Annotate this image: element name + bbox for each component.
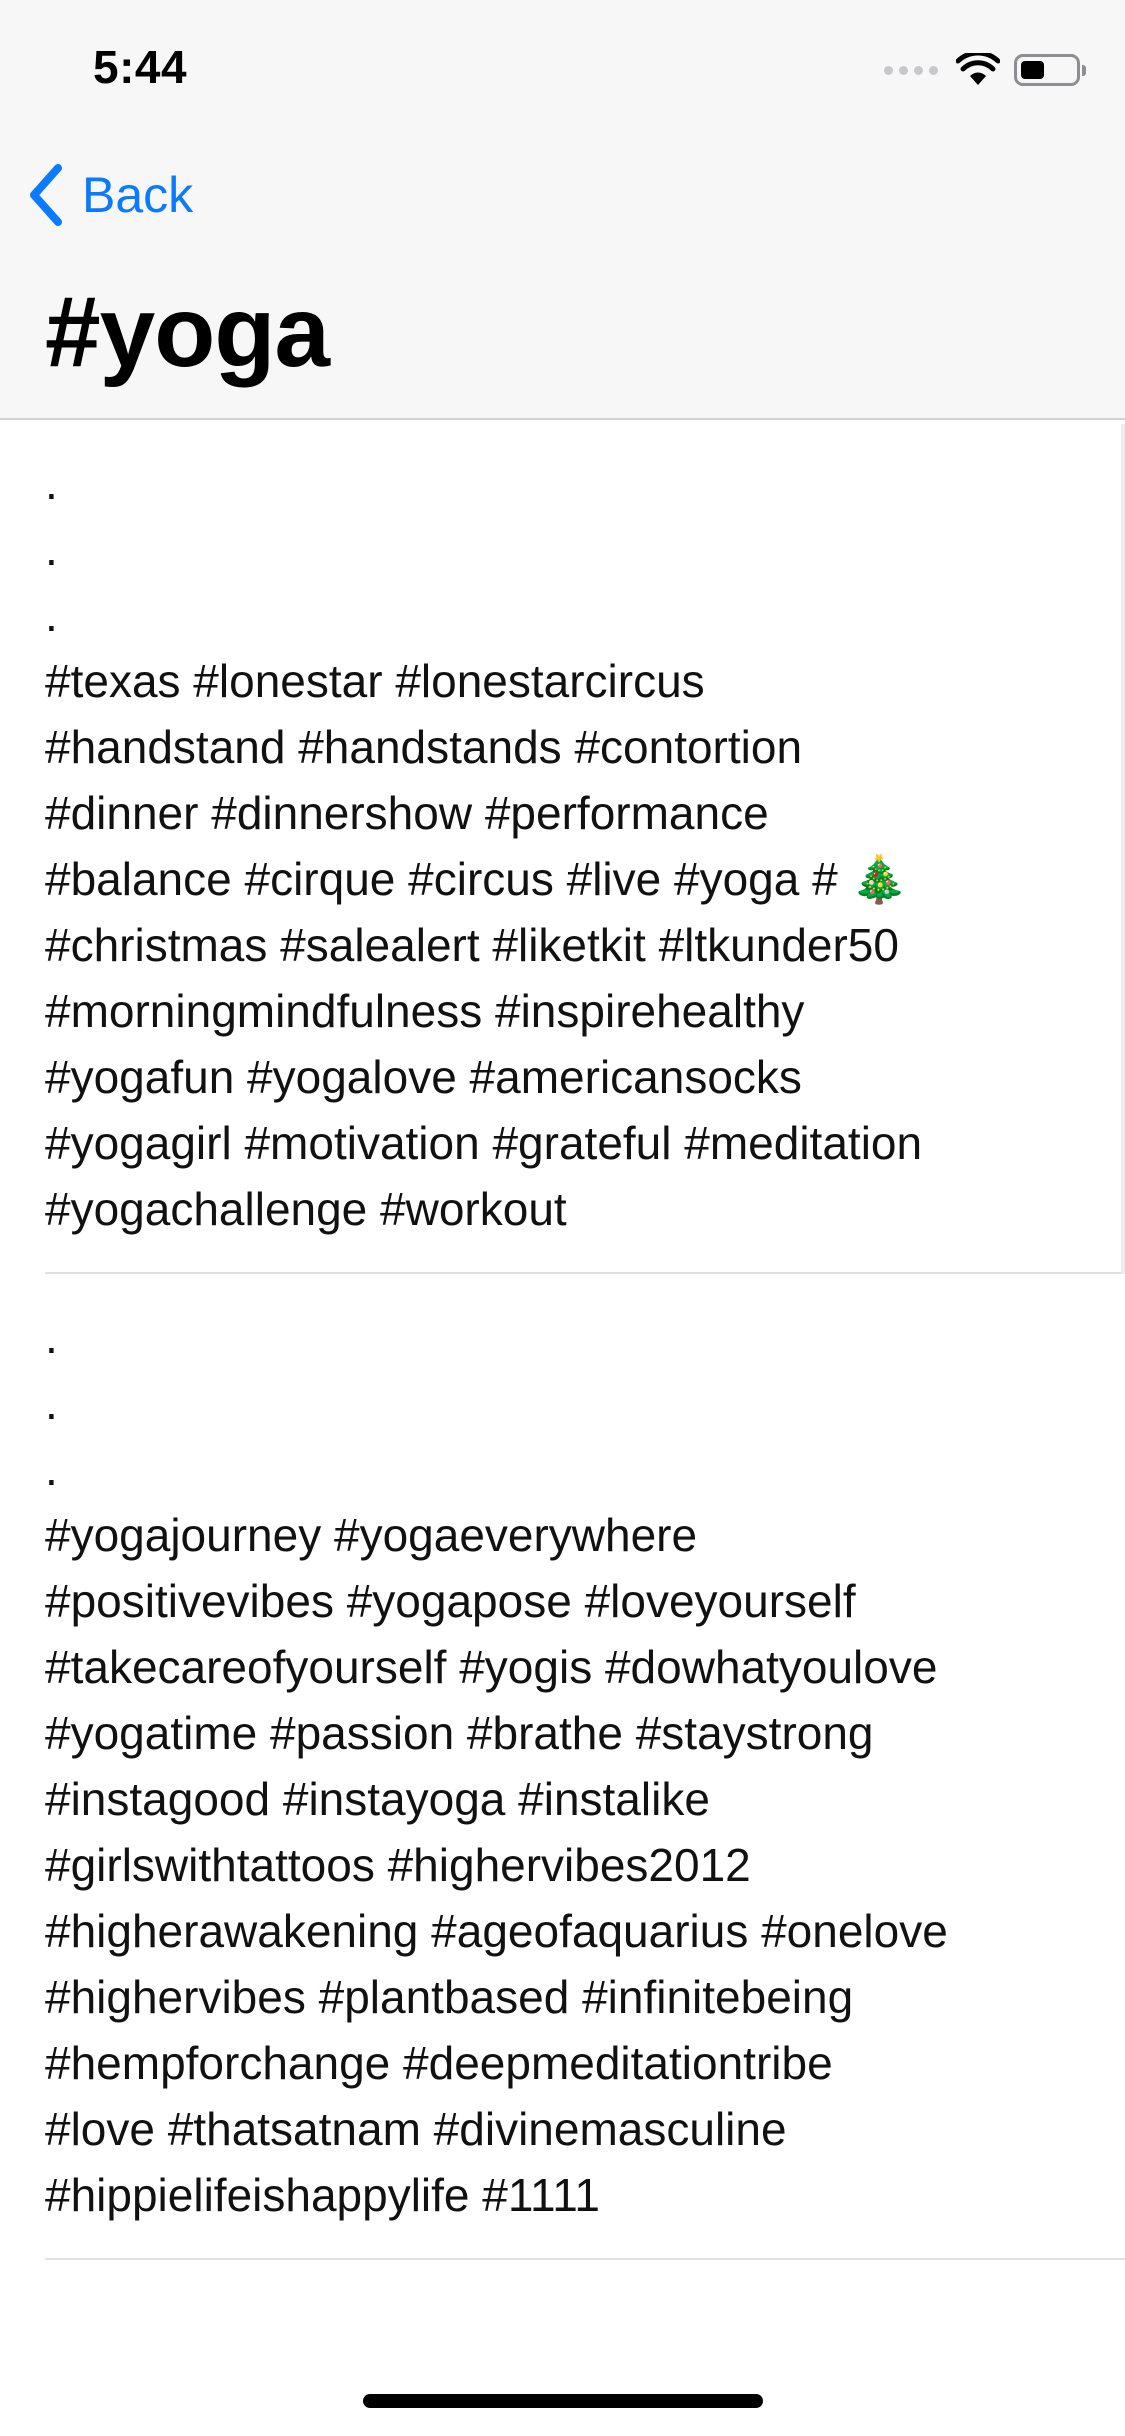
page-title: #yoga bbox=[45, 276, 330, 388]
back-button[interactable]: Back bbox=[24, 160, 193, 230]
post-list[interactable]: . . . #texas #lonestar #lonestarcircus #… bbox=[0, 420, 1125, 2260]
list-item[interactable]: . . . #yogajourney #yogaeverywhere #posi… bbox=[45, 1274, 1125, 2260]
status-icons bbox=[884, 50, 1086, 90]
wifi-icon bbox=[956, 53, 1000, 85]
back-label: Back bbox=[82, 167, 194, 223]
battery-icon bbox=[1014, 54, 1086, 86]
scroll-indicator bbox=[1121, 424, 1125, 1274]
post-text: . . . #yogajourney #yogaeverywhere #posi… bbox=[45, 1311, 948, 2221]
cellular-signal-icon bbox=[884, 65, 938, 75]
home-indicator[interactable] bbox=[363, 2394, 763, 2408]
navigation-header: 5:44 Back #yoga bbox=[0, 0, 1125, 420]
chevron-left-icon bbox=[30, 164, 62, 226]
screen: 5:44 Back #yoga . . . #texas #lonestar #… bbox=[0, 0, 1125, 2436]
list-item[interactable]: . . . #texas #lonestar #lonestarcircus #… bbox=[45, 420, 1125, 1274]
battery-level bbox=[1021, 61, 1044, 79]
status-time: 5:44 bbox=[93, 41, 188, 93]
post-text: . . . #texas #lonestar #lonestarcircus #… bbox=[45, 457, 923, 1235]
